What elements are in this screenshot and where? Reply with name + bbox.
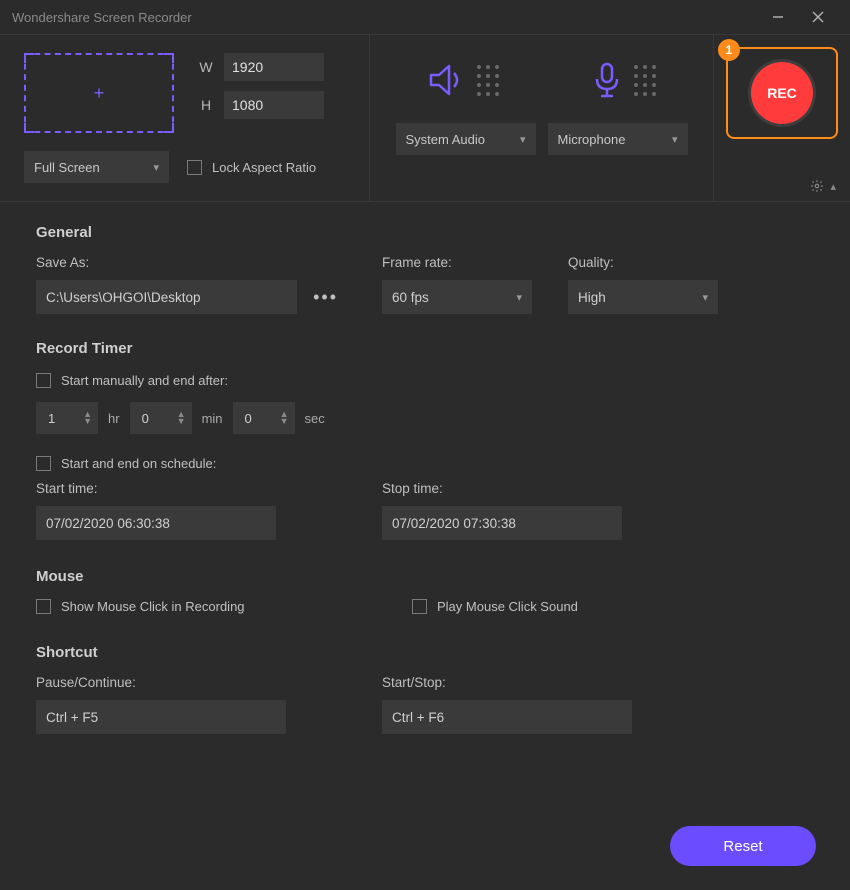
system-audio-select[interactable]: System Audio ▾ <box>396 123 536 155</box>
reset-label: Reset <box>723 838 762 855</box>
record-section: 1 REC ▴ <box>714 35 850 201</box>
drag-handle-icon[interactable] <box>477 65 499 96</box>
gear-icon <box>810 179 824 193</box>
capture-mode-value: Full Screen <box>34 160 100 175</box>
shortcut-heading: Shortcut <box>36 644 820 661</box>
audio-section: System Audio ▾ Microphone ▾ <box>370 35 714 201</box>
save-as-field[interactable]: C:\Users\OHGOI\Desktop <box>36 280 297 314</box>
height-input[interactable] <box>224 91 324 119</box>
chevron-down-icon[interactable]: ▼ <box>280 418 289 425</box>
stop-time-label: Stop time: <box>382 481 622 496</box>
start-shortcut-value: Ctrl + F6 <box>392 710 444 725</box>
capture-mode-select[interactable]: Full Screen ▾ <box>24 151 169 183</box>
speaker-icon <box>427 63 467 97</box>
microphone-icon-group <box>590 61 656 99</box>
pause-shortcut-field[interactable]: Ctrl + F5 <box>36 700 286 734</box>
frame-rate-value: 60 fps <box>392 290 429 305</box>
record-timer-heading: Record Timer <box>36 340 820 357</box>
start-time-label: Start time: <box>36 481 276 496</box>
stop-time-field[interactable]: 07/02/2020 07:30:38 <box>382 506 622 540</box>
chevron-down-icon: ▾ <box>520 133 526 146</box>
start-time-value: 07/02/2020 06:30:38 <box>46 516 170 531</box>
capture-section: + W H Full Screen ▾ Lock Aspect Ratio <box>0 35 370 201</box>
height-label: H <box>198 97 214 113</box>
start-shortcut-field[interactable]: Ctrl + F6 <box>382 700 632 734</box>
seconds-value: 0 <box>245 411 252 426</box>
step-badge: 1 <box>718 39 740 61</box>
settings-toggle[interactable]: ▴ <box>810 179 836 193</box>
mouse-heading: Mouse <box>36 568 820 585</box>
frame-rate-label: Frame rate: <box>382 255 532 270</box>
chevron-up-icon: ▴ <box>830 180 836 193</box>
record-button[interactable]: REC <box>751 62 813 124</box>
chevron-down-icon[interactable]: ▼ <box>83 418 92 425</box>
capture-region-selector[interactable]: + <box>24 53 174 133</box>
record-label: REC <box>767 85 797 101</box>
settings-panel: General Save As: C:\Users\OHGOI\Desktop … <box>0 201 850 752</box>
lock-aspect-checkbox[interactable] <box>187 160 202 175</box>
save-as-value: C:\Users\OHGOI\Desktop <box>46 290 201 305</box>
pause-shortcut-value: Ctrl + F5 <box>46 710 98 725</box>
frame-rate-select[interactable]: 60 fps ▾ <box>382 280 532 314</box>
quality-label: Quality: <box>568 255 718 270</box>
minimize-button[interactable] <box>758 0 798 34</box>
top-panel: + W H Full Screen ▾ Lock Aspect Ratio <box>0 34 850 201</box>
browse-button[interactable]: ••• <box>305 287 346 308</box>
microphone-icon <box>590 61 624 99</box>
schedule-checkbox[interactable] <box>36 456 51 471</box>
window-title: Wondershare Screen Recorder <box>12 10 758 25</box>
general-heading: General <box>36 224 820 241</box>
chevron-down-icon: ▾ <box>672 133 678 146</box>
reset-button[interactable]: Reset <box>670 826 816 866</box>
plus-icon: + <box>94 83 105 104</box>
microphone-value: Microphone <box>558 132 626 147</box>
seconds-spinner[interactable]: 0 ▲▼ <box>233 402 295 434</box>
close-button[interactable] <box>798 0 838 34</box>
pause-shortcut-label: Pause/Continue: <box>36 675 286 690</box>
hours-value: 1 <box>48 411 55 426</box>
drag-handle-icon[interactable] <box>634 65 656 96</box>
hours-spinner[interactable]: 1 ▲▼ <box>36 402 98 434</box>
quality-select[interactable]: High ▾ <box>568 280 718 314</box>
schedule-label: Start and end on schedule: <box>61 456 216 471</box>
show-click-checkbox[interactable] <box>36 599 51 614</box>
stop-time-value: 07/02/2020 07:30:38 <box>392 516 516 531</box>
minutes-value: 0 <box>142 411 149 426</box>
start-shortcut-label: Start/Stop: <box>382 675 632 690</box>
minutes-spinner[interactable]: 0 ▲▼ <box>130 402 192 434</box>
hours-unit: hr <box>108 411 120 426</box>
chevron-down-icon[interactable]: ▼ <box>177 418 186 425</box>
microphone-select[interactable]: Microphone ▾ <box>548 123 688 155</box>
chevron-down-icon: ▾ <box>702 291 708 304</box>
minutes-unit: min <box>202 411 223 426</box>
start-time-field[interactable]: 07/02/2020 06:30:38 <box>36 506 276 540</box>
play-sound-label: Play Mouse Click Sound <box>437 599 578 614</box>
seconds-unit: sec <box>305 411 325 426</box>
titlebar: Wondershare Screen Recorder <box>0 0 850 34</box>
width-label: W <box>198 59 214 75</box>
width-input[interactable] <box>224 53 324 81</box>
manual-end-checkbox[interactable] <box>36 373 51 388</box>
save-as-label: Save As: <box>36 255 346 270</box>
chevron-down-icon: ▾ <box>516 291 522 304</box>
system-audio-value: System Audio <box>406 132 486 147</box>
manual-end-label: Start manually and end after: <box>61 373 228 388</box>
chevron-down-icon: ▾ <box>153 161 159 174</box>
show-click-label: Show Mouse Click in Recording <box>61 599 245 614</box>
quality-value: High <box>578 290 606 305</box>
play-sound-checkbox[interactable] <box>412 599 427 614</box>
system-audio-icon-group <box>427 61 499 99</box>
record-frame: 1 REC <box>726 47 838 139</box>
lock-aspect-label: Lock Aspect Ratio <box>212 160 316 175</box>
